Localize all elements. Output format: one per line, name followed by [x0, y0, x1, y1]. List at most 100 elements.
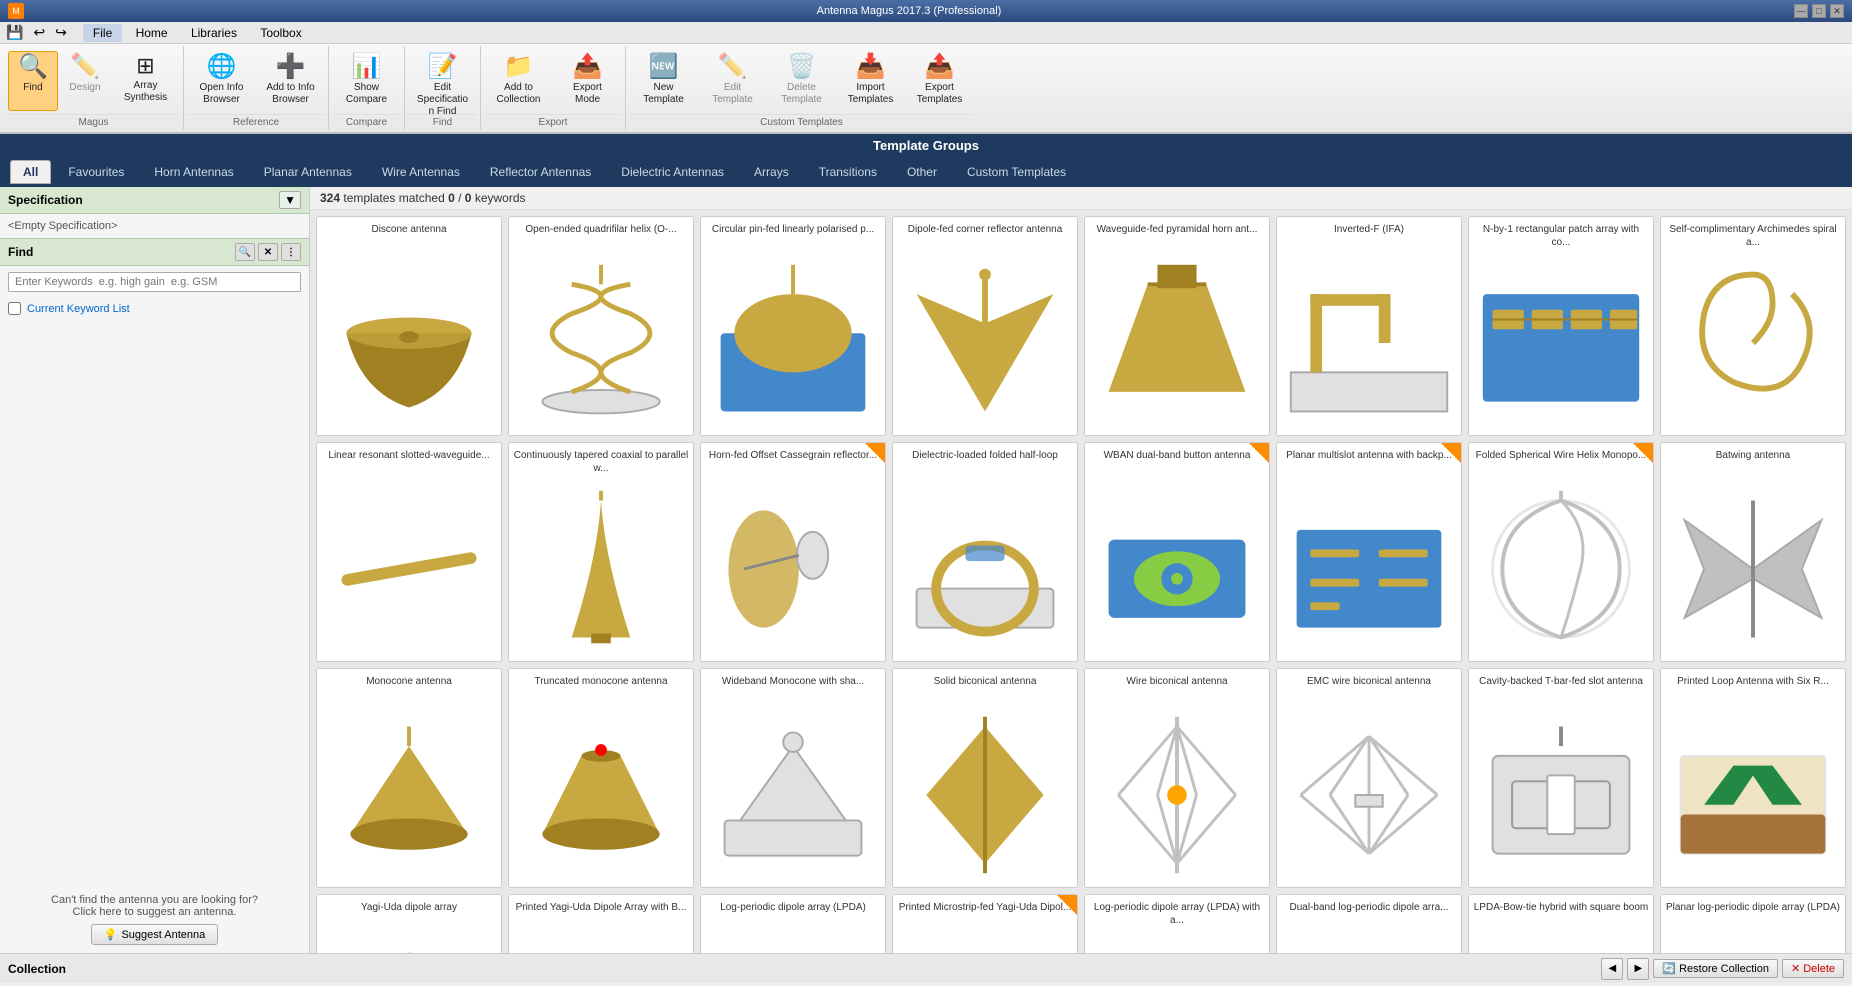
export-group-label: Export	[485, 114, 621, 128]
antenna-card[interactable]: Horn-fed Offset Cassegrain reflector...	[700, 442, 886, 662]
tab-wire-antennas[interactable]: Wire Antennas	[369, 160, 473, 184]
find-button[interactable]: 🔍 Find	[8, 51, 58, 111]
array-synthesis-button[interactable]: ⊞ Array Synthesis	[112, 51, 179, 111]
antenna-card[interactable]: Discone antenna	[316, 216, 502, 436]
design-button[interactable]: ✏️ Design	[60, 51, 110, 111]
restore-collection-button[interactable]: 🔄 Restore Collection	[1653, 959, 1778, 978]
tab-reflector-antennas[interactable]: Reflector Antennas	[477, 160, 604, 184]
new-template-label: New Template	[636, 82, 691, 106]
antenna-name: Monocone antenna	[366, 675, 452, 703]
menu-toolbox[interactable]: Toolbox	[250, 24, 311, 42]
antenna-image	[1089, 481, 1265, 657]
find-icon-clear[interactable]: ✕	[258, 243, 278, 261]
antenna-card[interactable]: LPDA-Bow-tie hybrid with square boom	[1468, 894, 1654, 953]
antenna-card[interactable]: EMC wire biconical antenna	[1276, 668, 1462, 888]
antenna-card[interactable]: Solid biconical antenna	[892, 668, 1078, 888]
antenna-card[interactable]: Circular pin-fed linearly polarised p...	[700, 216, 886, 436]
tab-custom-templates[interactable]: Custom Templates	[954, 160, 1079, 184]
menu-home[interactable]: Home	[126, 24, 178, 42]
redo-quick-btn[interactable]: ↪	[53, 24, 69, 41]
menu-file[interactable]: File	[83, 24, 122, 42]
spec-collapse-button[interactable]: ▼	[279, 191, 301, 209]
tab-dielectric-antennas[interactable]: Dielectric Antennas	[608, 160, 737, 184]
antenna-card[interactable]: Inverted-F (IFA)	[1276, 216, 1462, 436]
antenna-card[interactable]: Dielectric-loaded folded half-loop	[892, 442, 1078, 662]
undo-quick-btn[interactable]: ↩	[31, 24, 47, 41]
app-title: Antenna Magus 2017.3 (Professional)	[24, 5, 1794, 17]
import-templates-label: Import Templates	[843, 82, 898, 106]
antenna-card[interactable]: Log-periodic dipole array (LPDA) with a.…	[1084, 894, 1270, 953]
antenna-card[interactable]: Folded Spherical Wire Helix Monopo...	[1468, 442, 1654, 662]
next-page-button[interactable]: ▶	[1627, 958, 1649, 980]
bottom-controls: ◀ ▶ 🔄 Restore Collection ✕ Delete	[1601, 958, 1844, 980]
export-templates-button[interactable]: 📤 Export Templates	[906, 51, 973, 111]
antenna-card[interactable]: Printed Microstrip-fed Yagi-Uda Dipol...	[892, 894, 1078, 953]
antenna-card[interactable]: Open-ended quadrifilar helix (O-...	[508, 216, 694, 436]
antenna-card[interactable]: Log-periodic dipole array (LPDA)	[700, 894, 886, 953]
open-info-browser-button[interactable]: 🌐 Open Info Browser	[188, 51, 255, 111]
show-compare-button[interactable]: 📊 Show Compare	[333, 51, 400, 111]
tab-favourites[interactable]: Favourites	[55, 160, 137, 184]
antenna-card[interactable]: Dual-band log-periodic dipole arra...	[1276, 894, 1462, 953]
ribbon-group-reference: 🌐 Open Info Browser ➕ Add to Info Browse…	[184, 46, 329, 130]
antenna-image	[513, 933, 689, 953]
suggest-antenna-button[interactable]: 💡 Suggest Antenna	[91, 924, 219, 945]
new-template-button[interactable]: 🆕 New Template	[630, 51, 697, 111]
antenna-name: Planar multislot antenna with backp...	[1286, 449, 1452, 477]
antenna-name: Horn-fed Offset Cassegrain reflector...	[709, 449, 877, 477]
ribbon-group-magus: 🔍 Find ✏️ Design ⊞ Array Synthesis Magus	[4, 46, 184, 130]
minimize-button[interactable]: —	[1794, 4, 1808, 18]
keyword-list-link[interactable]: Current Keyword List	[27, 303, 130, 315]
template-groups-header: Template Groups	[0, 134, 1852, 157]
new-badge	[1441, 443, 1461, 463]
prev-page-button[interactable]: ◀	[1601, 958, 1623, 980]
find-icon-more[interactable]: ⋮	[281, 243, 301, 261]
save-quick-btn[interactable]: 💾	[4, 24, 25, 41]
antenna-card[interactable]: Planar log-periodic dipole array (LPDA)	[1660, 894, 1846, 953]
antenna-card[interactable]: Wideband Monocone with sha...	[700, 668, 886, 888]
tab-other[interactable]: Other	[894, 160, 950, 184]
tab-horn-antennas[interactable]: Horn Antennas	[141, 160, 246, 184]
window-controls[interactable]: — □ ✕	[1794, 4, 1844, 18]
tab-planar-antennas[interactable]: Planar Antennas	[251, 160, 365, 184]
edit-template-button[interactable]: ✏️ Edit Template	[699, 51, 766, 111]
antenna-card[interactable]: Cavity-backed T-bar-fed slot antenna	[1468, 668, 1654, 888]
antenna-name: Cavity-backed T-bar-fed slot antenna	[1479, 675, 1643, 703]
export-mode-button[interactable]: 📤 Export Mode	[554, 51, 621, 111]
title-bar: M Antenna Magus 2017.3 (Professional) — …	[0, 0, 1852, 22]
antenna-name: Printed Microstrip-fed Yagi-Uda Dipol...	[899, 901, 1071, 929]
add-to-collection-button[interactable]: 📁 Add to Collection	[485, 51, 552, 111]
antenna-card[interactable]: Batwing antenna	[1660, 442, 1846, 662]
antenna-card[interactable]: Wire biconical antenna	[1084, 668, 1270, 888]
find-icon-search[interactable]: 🔍	[235, 243, 255, 261]
close-button[interactable]: ✕	[1830, 4, 1844, 18]
antenna-card[interactable]: N-by-1 rectangular patch array with co..…	[1468, 216, 1654, 436]
antenna-card[interactable]: Waveguide-fed pyramidal horn ant...	[1084, 216, 1270, 436]
maximize-button[interactable]: □	[1812, 4, 1826, 18]
delete-button[interactable]: ✕ Delete	[1782, 959, 1844, 978]
delete-template-button[interactable]: 🗑️ Delete Template	[768, 51, 835, 111]
antenna-card[interactable]: Linear resonant slotted-waveguide...	[316, 442, 502, 662]
edit-specification-button[interactable]: 📝 Edit Specification Find	[409, 51, 476, 111]
compare-group-label: Compare	[333, 114, 400, 128]
menu-libraries[interactable]: Libraries	[181, 24, 247, 42]
antenna-card[interactable]: Continuously tapered coaxial to parallel…	[508, 442, 694, 662]
antenna-card[interactable]: WBAN dual-band button antenna	[1084, 442, 1270, 662]
tab-arrays[interactable]: Arrays	[741, 160, 802, 184]
antenna-name: Printed Loop Antenna with Six R...	[1677, 675, 1829, 703]
antenna-card[interactable]: Yagi-Uda dipole array	[316, 894, 502, 953]
tab-all[interactable]: All	[10, 160, 51, 184]
antenna-card[interactable]: Dipole-fed corner reflector antenna	[892, 216, 1078, 436]
tab-transitions[interactable]: Transitions	[806, 160, 890, 184]
import-templates-button[interactable]: 📥 Import Templates	[837, 51, 904, 111]
keyword-input[interactable]	[8, 272, 301, 292]
antenna-card[interactable]: Printed Loop Antenna with Six R...	[1660, 668, 1846, 888]
antenna-card[interactable]: Monocone antenna	[316, 668, 502, 888]
antenna-card[interactable]: Planar multislot antenna with backp...	[1276, 442, 1462, 662]
add-to-info-browser-button[interactable]: ➕ Add to Info Browser	[257, 51, 324, 111]
antenna-card[interactable]: Self-complimentary Archimedes spiral a..…	[1660, 216, 1846, 436]
ribbon-group-find: 📝 Edit Specification Find Find	[405, 46, 481, 130]
antenna-card[interactable]: Truncated monocone antenna	[508, 668, 694, 888]
antenna-card[interactable]: Printed Yagi-Uda Dipole Array with B...	[508, 894, 694, 953]
keyword-checkbox[interactable]	[8, 302, 21, 315]
